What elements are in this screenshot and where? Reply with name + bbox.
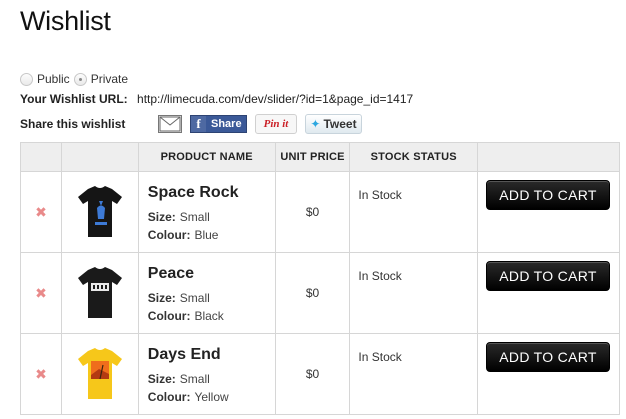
envelope-icon[interactable] <box>158 115 182 133</box>
unit-price: $0 <box>274 252 351 334</box>
remove-x-icon[interactable]: ✖ <box>35 366 47 383</box>
facebook-share-button[interactable]: f Share <box>190 115 247 133</box>
add-to-cart-button[interactable]: ADD TO CART <box>486 261 610 291</box>
privacy-public-option[interactable]: Public <box>20 72 70 86</box>
product-name[interactable]: Peace <box>148 265 266 283</box>
share-row: Share this wishlist f Share Pin it ✦ Twe… <box>20 113 362 135</box>
wishlist-table: PRODUCT NAME UNIT PRICE STOCK STATUS ✖ S… <box>20 142 620 415</box>
tweet-button[interactable]: ✦ Tweet <box>305 114 362 134</box>
header-add <box>477 142 620 172</box>
product-name[interactable]: Days End <box>148 346 266 364</box>
wishlist-url-value: http://limecuda.com/dev/slider/?id=1&pag… <box>137 92 414 106</box>
add-to-cart-button[interactable]: ADD TO CART <box>486 342 610 372</box>
pinterest-button[interactable]: Pin it <box>255 114 297 134</box>
size-value: Small <box>179 210 210 224</box>
size-label: Size: <box>147 291 176 305</box>
product-thumbnail-peace[interactable] <box>70 262 130 322</box>
product-name[interactable]: Space Rock <box>148 184 266 202</box>
facebook-icon: f <box>191 116 206 132</box>
table-row: ✖ Peace Size: Small Colour: Black $0 In St… <box>20 252 620 334</box>
size-label: Size: <box>147 210 176 224</box>
header-stock-status: STOCK STATUS <box>349 142 478 172</box>
header-remove <box>20 142 62 172</box>
add-to-cart-button[interactable]: ADD TO CART <box>486 180 610 210</box>
product-thumbnail-days-end[interactable] <box>70 343 130 403</box>
page-title: Wishlist <box>20 6 111 36</box>
privacy-private-option[interactable]: Private <box>73 72 129 86</box>
colour-value: Yellow <box>194 390 229 404</box>
stock-status: In Stock <box>349 333 478 415</box>
private-radio[interactable] <box>73 72 87 86</box>
size-value: Small <box>179 291 210 305</box>
colour-value: Blue <box>194 228 219 242</box>
header-product-name: PRODUCT NAME <box>137 142 276 172</box>
remove-x-icon[interactable]: ✖ <box>35 204 47 221</box>
stock-status: In Stock <box>349 252 478 334</box>
privacy-options: Public Private <box>20 72 132 86</box>
header-unit-price: UNIT PRICE <box>274 142 351 172</box>
public-label: Public <box>37 72 70 86</box>
colour-label: Colour: <box>147 309 191 323</box>
table-header-row: PRODUCT NAME UNIT PRICE STOCK STATUS <box>20 142 620 172</box>
size-value: Small <box>179 372 210 386</box>
private-label: Private <box>90 72 129 86</box>
size-label: Size: <box>147 372 176 386</box>
wishlist-url-row: Your Wishlist URL: http://limecuda.com/d… <box>20 92 413 106</box>
unit-price: $0 <box>274 171 351 253</box>
colour-value: Black <box>194 309 224 323</box>
product-thumbnail-space-rock[interactable] <box>70 181 130 241</box>
facebook-share-label: Share <box>211 118 242 130</box>
wishlist-url-label: Your Wishlist URL: <box>20 92 128 106</box>
public-radio[interactable] <box>20 72 33 86</box>
colour-label: Colour: <box>147 228 191 242</box>
share-label: Share this wishlist <box>20 117 126 131</box>
table-row: ✖ Days End Size: Small Colour: Yellow $0 I… <box>20 333 620 415</box>
colour-label: Colour: <box>147 390 191 404</box>
remove-x-icon[interactable]: ✖ <box>35 285 47 302</box>
unit-price: $0 <box>274 333 351 415</box>
header-thumbnail <box>60 142 139 172</box>
table-row: ✖ Space Rock Size: Small Colour: Blue $0 I… <box>20 171 620 253</box>
twitter-bird-icon: ✦ <box>310 117 321 131</box>
stock-status: In Stock <box>349 171 478 253</box>
tweet-label: Tweet <box>323 117 357 131</box>
